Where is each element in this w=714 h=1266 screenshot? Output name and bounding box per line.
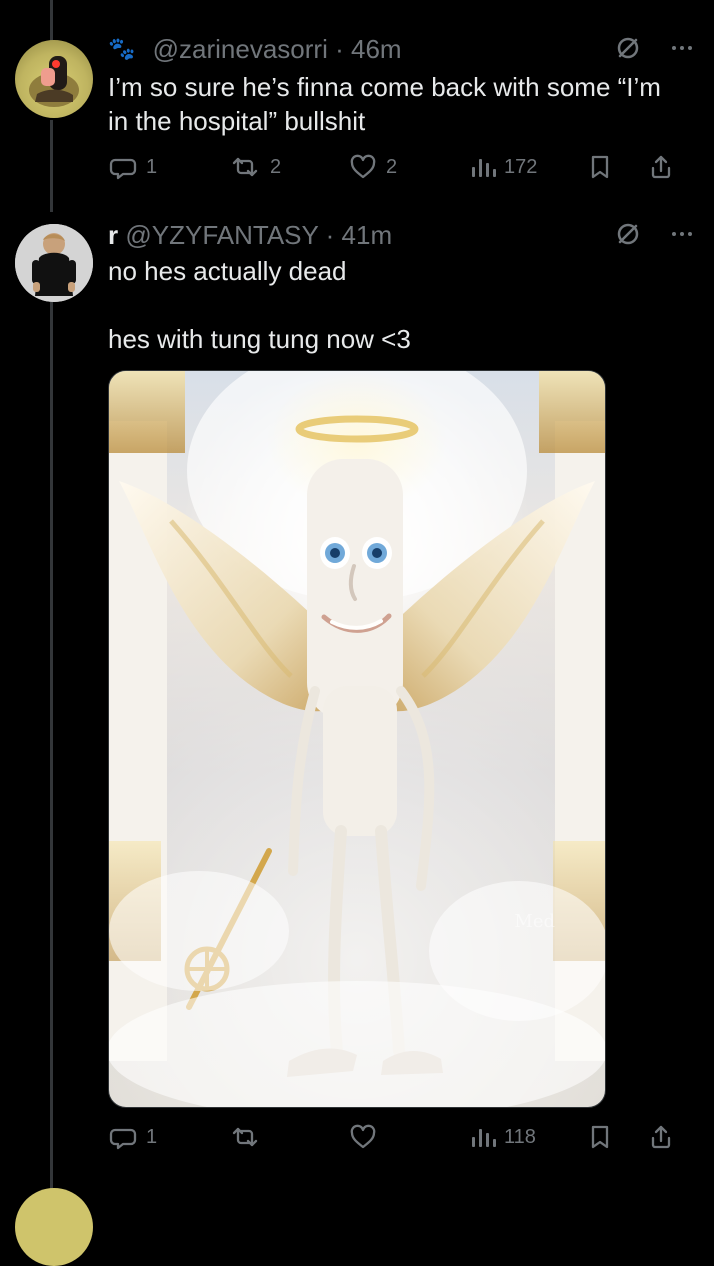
username[interactable]: @zarinevasorri xyxy=(153,34,328,64)
views-count: 172 xyxy=(504,155,538,178)
tweet-text: I’m so sure he’s finna come back with so… xyxy=(108,72,661,136)
share-icon xyxy=(648,153,674,181)
repost-action[interactable] xyxy=(228,1122,348,1152)
bookmark-icon xyxy=(588,1123,612,1151)
bookmark-action[interactable] xyxy=(588,153,648,181)
tweet-actions: 1 118 xyxy=(108,1120,694,1154)
separator: · xyxy=(335,34,344,64)
like-icon xyxy=(348,153,378,181)
share-icon xyxy=(648,1123,674,1151)
tweet-media[interactable]: Med xyxy=(108,370,606,1108)
timestamp[interactable]: 46m xyxy=(351,34,402,64)
tweet-meta: 🐾 @zarinevasorri · 46m xyxy=(108,34,402,65)
tweet-actions: 1 2 2 172 xyxy=(108,150,694,184)
profile-avatar-icon xyxy=(29,56,79,107)
reply-icon xyxy=(108,1122,138,1152)
separator: · xyxy=(325,220,335,250)
views-icon xyxy=(468,153,496,181)
grok-icon[interactable] xyxy=(614,220,642,248)
tweet-text: no hes actually dead hes with tung tung … xyxy=(108,256,411,354)
bookmark-action[interactable] xyxy=(588,1123,648,1151)
views-action[interactable]: 172 xyxy=(468,153,588,181)
reply-count: 1 xyxy=(146,1125,158,1148)
watermark: Med xyxy=(514,911,555,932)
thread-line-bottom xyxy=(50,302,53,1200)
more-icon[interactable] xyxy=(670,222,694,246)
repost-icon xyxy=(228,1122,262,1152)
like-action[interactable]: 2 xyxy=(348,153,468,181)
share-action[interactable] xyxy=(648,1123,688,1151)
bookmark-icon xyxy=(588,153,612,181)
reply-action[interactable]: 1 xyxy=(108,152,228,182)
reply-action[interactable]: 1 xyxy=(108,1122,228,1152)
like-icon xyxy=(348,1123,378,1151)
avatar[interactable] xyxy=(15,40,93,118)
share-action[interactable] xyxy=(648,153,688,181)
repost-action[interactable]: 2 xyxy=(228,152,348,182)
repost-count: 2 xyxy=(270,155,282,178)
like-action[interactable] xyxy=(348,1123,468,1151)
tweet-top-actions xyxy=(614,220,694,248)
repost-icon xyxy=(228,152,262,182)
paw-icon: 🐾 xyxy=(108,36,136,61)
tweet-top-actions xyxy=(614,34,694,62)
angel-image-icon xyxy=(109,371,605,1107)
display-name[interactable]: r xyxy=(108,220,118,250)
profile-avatar-icon xyxy=(15,224,93,302)
username[interactable]: @YZYFANTASY xyxy=(125,220,318,250)
avatar[interactable] xyxy=(15,224,93,302)
more-icon[interactable] xyxy=(670,36,694,60)
like-count: 2 xyxy=(386,155,398,178)
views-count: 118 xyxy=(504,1125,536,1148)
views-icon xyxy=(468,1123,496,1151)
thread-line-middle xyxy=(50,120,53,212)
grok-icon[interactable] xyxy=(614,34,642,62)
thread-line-top xyxy=(50,0,53,44)
reply-count: 1 xyxy=(146,155,158,178)
reply-icon xyxy=(108,152,138,182)
timestamp[interactable]: 41m xyxy=(342,220,393,250)
views-action[interactable]: 118 xyxy=(468,1123,588,1151)
tweet-meta: r @YZYFANTASY · 41m xyxy=(108,220,392,251)
